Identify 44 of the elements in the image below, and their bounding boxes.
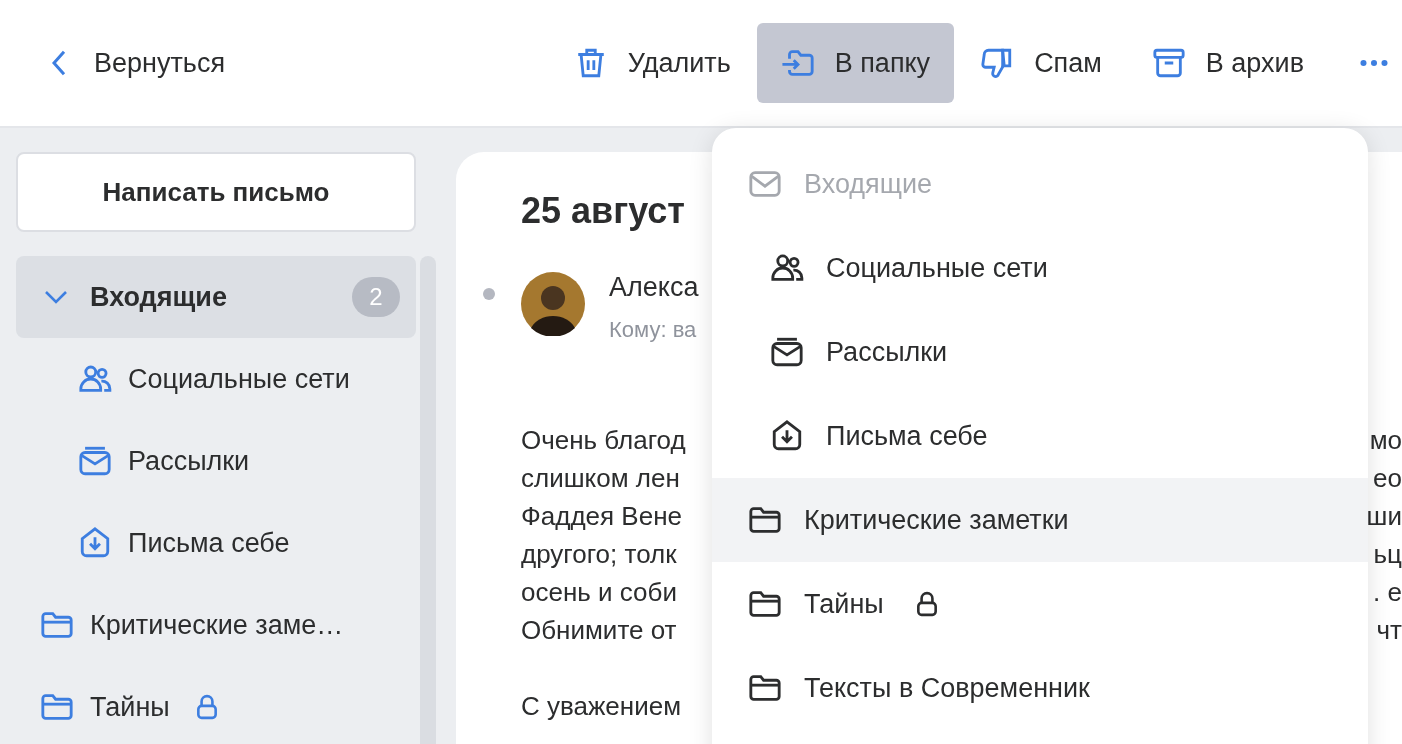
message-text: мо — [1369, 424, 1402, 457]
folder-name: Входящие — [90, 281, 227, 313]
toolbar-button[interactable]: Удалить — [549, 23, 755, 103]
compose-button[interactable]: Написать письмо — [16, 152, 416, 232]
archive-box-icon — [1151, 46, 1186, 80]
folder-name: Критические заме… — [90, 609, 344, 641]
unread-count: 2 — [352, 277, 400, 317]
message-text: Обнимите от — [521, 614, 677, 647]
folder-item[interactable]: Социальные сети — [16, 338, 416, 420]
toolbar-button[interactable]: Спам — [956, 23, 1126, 103]
folder-item[interactable]: Критические заме… — [16, 584, 416, 666]
message-text: . е — [1373, 576, 1402, 609]
toolbar-button[interactable]: В архив — [1127, 23, 1328, 103]
folder-item[interactable]: Входящие 2 — [16, 256, 416, 338]
toolbar-button[interactable]: В папку — [756, 23, 955, 103]
message-text: ео — [1373, 462, 1402, 495]
envelope-tray-icon — [770, 335, 804, 369]
folder-name: Тайны — [90, 691, 170, 723]
folder-name: Письма себе — [128, 527, 290, 559]
menu-item[interactable]: Тексты в Современник — [712, 646, 1368, 730]
recipient-line: Кому: ва — [609, 317, 698, 343]
chevron-left-icon — [50, 48, 68, 78]
message-text: С уважением — [521, 690, 682, 723]
envelope-tray-icon — [78, 444, 112, 478]
message-text: слишком лен — [521, 462, 680, 495]
message-text: ьц — [1373, 538, 1402, 571]
sender-name: Алекса — [609, 272, 699, 303]
message-text: ши — [1366, 500, 1402, 533]
message-text: другого; толк — [521, 538, 677, 571]
message-text: чт — [1376, 614, 1402, 647]
folder-item[interactable]: Письма себе — [16, 502, 416, 584]
menu-item[interactable]: Критические заметки — [712, 478, 1368, 562]
folder-item[interactable]: Рассылки — [16, 420, 416, 502]
message-text: Фаддея Вене — [521, 500, 682, 533]
back-link[interactable]: Вернуться — [50, 47, 225, 79]
message-text: Очень благод — [521, 424, 686, 457]
message-text: осень и соби — [521, 576, 677, 609]
message-date: 25 август — [521, 190, 686, 232]
more-icon — [1360, 59, 1388, 67]
avatar — [521, 272, 585, 336]
folder-item[interactable]: Тайны — [16, 666, 416, 744]
menu-item[interactable]: Тайны — [712, 562, 1368, 646]
folder-name: Социальные сети — [128, 363, 350, 395]
folder-name: Рассылки — [128, 445, 250, 477]
